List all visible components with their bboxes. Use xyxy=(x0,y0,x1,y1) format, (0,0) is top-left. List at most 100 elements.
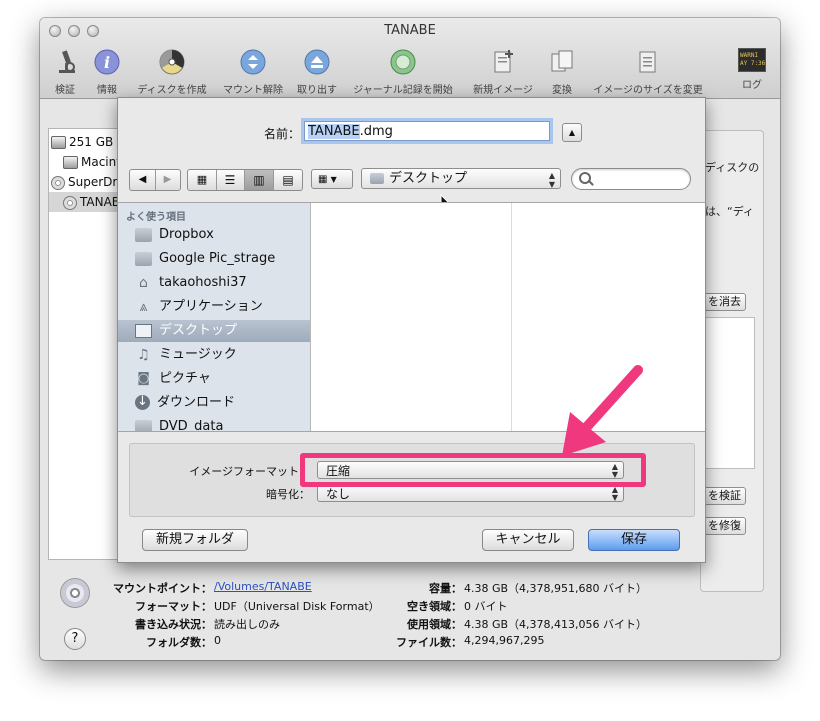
applications-icon: ⩓ xyxy=(139,298,148,315)
source-item-tanabe[interactable]: TANABE xyxy=(49,192,119,212)
sidebar-item-pictures[interactable]: ◙ ピクチャ xyxy=(118,368,310,390)
updown-arrows-icon: ▲ ▼ xyxy=(611,485,618,502)
home-icon: ⌂ xyxy=(139,274,148,291)
mount-point-link[interactable]: /Volumes/TANABE xyxy=(214,580,312,593)
repair-disk-button[interactable]: を修復 xyxy=(703,517,746,535)
files-value: 4,294,967,295 xyxy=(464,634,545,647)
name-label: 名前： xyxy=(263,127,300,141)
camera-icon: ◙ xyxy=(137,370,150,386)
toolbar-verify-button[interactable]: 検証 xyxy=(52,48,78,96)
folder-icon xyxy=(135,419,152,431)
format-label: フォーマット： xyxy=(135,600,212,613)
log-console-icon: WARNI AY 7:36 xyxy=(738,48,766,72)
toolbar-eject-button[interactable]: 取り出す xyxy=(294,48,340,96)
forward-button[interactable]: ▶ xyxy=(155,170,180,190)
sidebar-item-desktop[interactable]: デスクトップ xyxy=(118,320,310,342)
desktop-icon xyxy=(135,323,152,338)
toolbar-info-button[interactable]: i 情報 xyxy=(92,48,122,96)
volume-icon xyxy=(63,156,78,169)
format-value: UDF（Universal Disk Format） xyxy=(214,600,380,613)
convert-icon xyxy=(551,50,573,72)
annotation-arrow-icon xyxy=(562,365,643,456)
disc-icon xyxy=(63,195,77,210)
toolbar-resize-image-button[interactable]: イメージのサイズを変更 xyxy=(586,48,710,96)
encryption-label: 暗号化： xyxy=(266,488,310,501)
new-image-icon xyxy=(494,50,513,73)
sidebar-item-downloads[interactable]: ↓ ダウンロード xyxy=(118,392,310,414)
chevron-down-icon: ▼ xyxy=(330,175,337,184)
toolbar-log-button[interactable]: WARNI AY 7:36 ログ xyxy=(736,48,768,96)
toolbar-burn-button[interactable]: ディスクを作成 xyxy=(132,48,212,96)
files-label: ファイル数： xyxy=(396,636,462,649)
download-icon: ↓ xyxy=(135,395,150,410)
location-popup[interactable]: デスクトップ ▲ ▼ xyxy=(361,168,561,189)
save-sheet: 名前： TANABE.dmg ▲ ◀ ▶ ▦ ☰ ▥ ▤ ▦ ▼ デスクトップ … xyxy=(117,97,706,563)
free-space-value: 0 バイト xyxy=(464,600,508,613)
sidebar-item-music[interactable]: ♫ ミュージック xyxy=(118,344,310,366)
folders-value: 0 xyxy=(214,634,221,647)
right-panel: ディスクの は、“ディ を消去 を検証 を修復 xyxy=(700,130,764,592)
list-view-icon[interactable]: ☰ xyxy=(216,170,245,190)
favorites-header: よく使う項目 xyxy=(126,212,186,223)
grid-icon: ▦ xyxy=(318,174,328,185)
free-space-label: 空き領域： xyxy=(407,600,462,613)
svg-text:i: i xyxy=(104,53,110,72)
save-button[interactable]: 保存 xyxy=(588,529,680,551)
journal-icon xyxy=(390,49,416,75)
collapse-toggle-button[interactable]: ▲ xyxy=(562,123,582,142)
search-icon-handle xyxy=(588,180,594,186)
burn-disc-icon xyxy=(159,49,185,75)
back-forward-control: ◀ ▶ xyxy=(129,169,181,191)
back-button[interactable]: ◀ xyxy=(130,170,156,190)
mount-point-label: マウントポイント： xyxy=(113,582,212,595)
search-input[interactable] xyxy=(571,168,691,190)
resize-image-icon xyxy=(639,51,656,73)
optical-drive-icon xyxy=(51,175,65,190)
source-list: 251 GB APPLE SSD SM25 Macintosh HD Super… xyxy=(48,128,122,560)
sidebar-item-applications[interactable]: ⩓ アプリケーション xyxy=(118,296,310,318)
folder-icon xyxy=(135,251,152,266)
file-name-input[interactable]: TANABE.dmg xyxy=(304,121,550,141)
info-icon: i xyxy=(94,49,120,75)
toolbar-unmount-button[interactable]: マウント解除 xyxy=(218,48,288,96)
icon-view-icon[interactable]: ▦ xyxy=(188,170,217,190)
panel-text: ディスクの xyxy=(705,161,760,174)
used-space-label: 使用領域： xyxy=(407,618,462,631)
arrange-menu-button[interactable]: ▦ ▼ xyxy=(311,169,353,189)
sidebar-item-dvd-data[interactable]: DVD_data xyxy=(118,416,310,431)
image-format-label: イメージフォーマット： xyxy=(189,465,310,478)
cancel-button[interactable]: キャンセル xyxy=(482,529,574,551)
eject-icon xyxy=(304,49,330,75)
hard-disk-icon xyxy=(51,136,66,149)
coverflow-view-icon[interactable]: ▤ xyxy=(274,170,302,190)
write-status-value: 読み出しのみ xyxy=(214,618,280,631)
column-view-icon[interactable]: ▥ xyxy=(245,170,274,190)
toolbar-convert-button[interactable]: 変換 xyxy=(548,48,576,96)
folders-label: フォルダ数： xyxy=(146,636,212,649)
disc-info-icon xyxy=(60,578,90,608)
toolbar-new-image-button[interactable]: 新規イメージ xyxy=(468,48,538,96)
microscope-icon xyxy=(59,50,75,73)
source-item-macintosh-hd[interactable]: Macintosh HD xyxy=(63,152,119,172)
new-folder-button[interactable]: 新規フォルダ xyxy=(142,529,248,551)
toolbar-journal-button[interactable]: ジャーナル記録を開始 xyxy=(348,48,458,96)
used-space-value: 4.38 GB（4,378,413,056 バイト） xyxy=(464,618,648,631)
erase-free-space-button[interactable]: を消去 xyxy=(703,293,746,311)
column-divider xyxy=(511,203,512,431)
window-title: TANABE xyxy=(384,23,436,38)
sidebar-item-dropbox[interactable]: Dropbox xyxy=(118,224,310,246)
folder-icon xyxy=(370,173,384,184)
sidebar-item-google-pic[interactable]: Google Pic_strage xyxy=(118,248,310,270)
history-list xyxy=(703,317,755,469)
sidebar-item-home[interactable]: ⌂ takaohoshi37 xyxy=(118,272,310,294)
capacity-value: 4.38 GB（4,378,951,680 バイト） xyxy=(464,582,648,595)
unmount-icon xyxy=(240,49,266,75)
panel-text: は、“ディ xyxy=(705,205,754,218)
help-button[interactable]: ? xyxy=(64,628,86,650)
verify-disk-button[interactable]: を検証 xyxy=(703,487,746,505)
music-icon: ♫ xyxy=(137,346,150,363)
source-item-superdrive[interactable]: SuperDrive xyxy=(51,172,119,192)
title-toolbar-bar: TANABE 検証 i 情報 ディスクを作成 マウント解除 取り出す ジャーナル… xyxy=(40,18,780,99)
source-item-ssd[interactable]: 251 GB APPLE SSD SM25 xyxy=(51,132,119,152)
view-mode-control: ▦ ☰ ▥ ▤ xyxy=(187,169,303,191)
